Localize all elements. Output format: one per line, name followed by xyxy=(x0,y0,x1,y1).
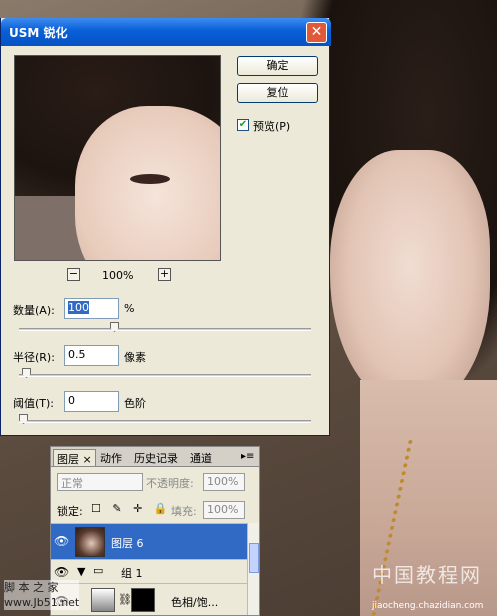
watermark-left-line1: 脚 本 之 家 xyxy=(4,581,59,594)
radius-label: 半径(R): xyxy=(13,351,55,364)
ok-button[interactable]: 确定 xyxy=(237,56,318,76)
reset-button[interactable]: 复位 xyxy=(237,83,318,103)
radius-slider-thumb[interactable] xyxy=(22,368,31,378)
layer-name: 图层 6 xyxy=(111,537,144,550)
watermark-site-url: jiaocheng.chazidian.com xyxy=(372,601,484,611)
group-expand-icon[interactable]: ▼ xyxy=(77,565,85,578)
tab-channels[interactable]: 通道 xyxy=(187,449,215,466)
usm-dialog: USM 锐化 ✕ − 100% + 确定 复位 ✔ 预览(P) 数量(A): 1… xyxy=(0,18,331,436)
zoom-in-button[interactable]: + xyxy=(158,268,171,281)
amount-input[interactable]: 100 xyxy=(64,298,119,319)
layer-row[interactable]: 👁 ⛓ 色相/饱... xyxy=(51,583,247,615)
layer-name: 组 1 xyxy=(121,567,143,580)
link-icon: ⛓ xyxy=(118,593,132,606)
layer-row[interactable]: 👁 ▼ ▭ 组 1 xyxy=(51,559,247,583)
preview-checkbox-label: 预览(P) xyxy=(253,120,291,133)
scrollbar-thumb[interactable] xyxy=(249,543,259,573)
dialog-title: USM 锐化 xyxy=(9,26,68,40)
threshold-unit: 色阶 xyxy=(124,397,146,410)
blend-mode-select[interactable]: 正常 xyxy=(57,473,143,491)
visibility-eye-icon[interactable]: 👁 xyxy=(54,565,69,579)
amount-unit: % xyxy=(124,302,135,315)
preview-checkbox[interactable]: ✔ xyxy=(237,119,249,131)
threshold-slider[interactable] xyxy=(19,414,311,424)
tab-layers[interactable]: 图层 × xyxy=(53,449,96,466)
lock-label: 锁定: xyxy=(57,505,83,518)
fill-input[interactable]: 100% xyxy=(203,501,245,519)
radius-slider[interactable] xyxy=(19,368,311,378)
threshold-label: 阈值(T): xyxy=(13,397,55,410)
layers-scrollbar[interactable] xyxy=(247,523,259,615)
layer-name: 色相/饱... xyxy=(171,596,219,609)
preview-eye xyxy=(130,174,170,184)
amount-label: 数量(A): xyxy=(13,304,55,317)
adjustment-thumbnail xyxy=(91,588,115,612)
threshold-input[interactable]: 0 xyxy=(64,391,119,412)
fill-label: 填充: xyxy=(171,505,197,518)
radius-unit: 像素 xyxy=(124,351,146,364)
opacity-input[interactable]: 100% xyxy=(203,473,245,491)
layers-panel: 图层 × 动作 历史记录 通道 ▸≡ 正常 不透明度: 100% 锁定: ☐ ✎… xyxy=(50,446,260,616)
watermark-left: 脚 本 之 家 www.Jb51.net xyxy=(4,580,80,610)
preview-image[interactable] xyxy=(14,55,221,261)
threshold-slider-thumb[interactable] xyxy=(19,414,28,424)
watermark-site-cn: 中国教程网 xyxy=(372,563,482,587)
panel-tabs: 图层 × 动作 历史记录 通道 ▸≡ xyxy=(51,447,259,467)
visibility-eye-icon[interactable]: 👁 xyxy=(54,534,69,548)
amount-slider[interactable] xyxy=(19,322,311,332)
amount-slider-thumb[interactable] xyxy=(110,322,119,332)
opacity-label: 不透明度: xyxy=(146,477,194,490)
radius-input[interactable]: 0.5 xyxy=(64,345,119,366)
zoom-level: 100% xyxy=(102,269,134,282)
panel-menu-icon[interactable]: ▸≡ xyxy=(241,451,254,462)
mask-thumbnail xyxy=(131,588,155,612)
zoom-out-button[interactable]: − xyxy=(67,268,80,281)
folder-icon: ▭ xyxy=(93,564,104,577)
tab-actions[interactable]: 动作 xyxy=(97,449,125,466)
close-button[interactable]: ✕ xyxy=(306,22,327,43)
watermark-left-line2: www.Jb51.net xyxy=(4,596,80,609)
layer-thumbnail xyxy=(75,527,105,557)
lock-icons[interactable]: ☐ ✎ ✛ 🔒 xyxy=(91,502,171,515)
layer-row[interactable]: 👁 图层 6 xyxy=(51,523,247,559)
dialog-titlebar[interactable]: USM 锐化 ✕ xyxy=(1,18,331,46)
tab-history[interactable]: 历史记录 xyxy=(131,449,181,466)
